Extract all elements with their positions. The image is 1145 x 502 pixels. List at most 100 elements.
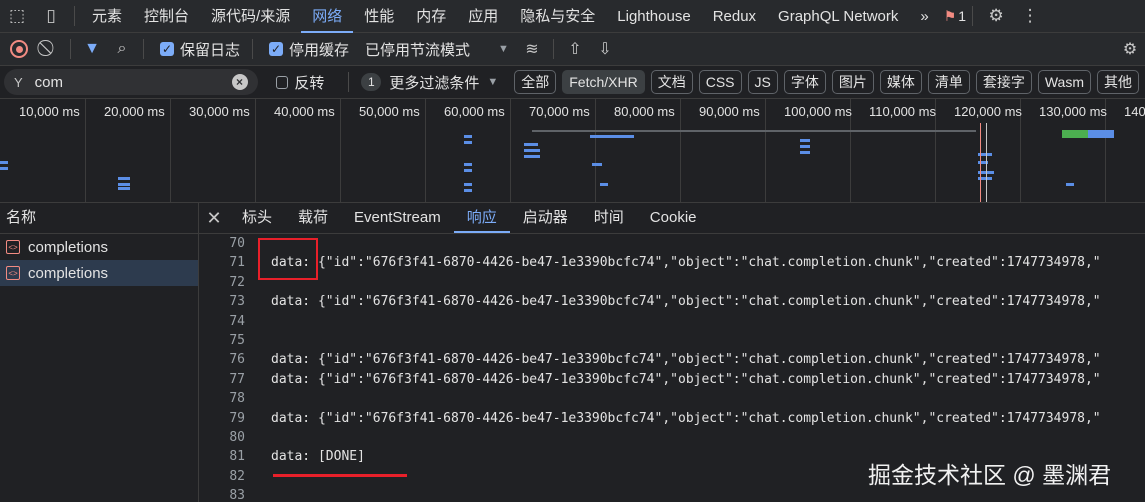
type-filter-10[interactable]: Wasm xyxy=(1037,70,1091,94)
filter-input[interactable]: Y com × xyxy=(4,69,258,95)
request-bar xyxy=(464,183,472,186)
request-bar xyxy=(592,163,602,166)
issues-count: 1 xyxy=(958,8,967,24)
disable-cache-checkbox[interactable]: ✓ xyxy=(269,42,284,56)
timeline-gridline xyxy=(85,99,86,202)
network-conditions-wifi-icon[interactable]: ≋ xyxy=(517,35,547,63)
timeline-tick-label: 110,000 ms xyxy=(869,104,936,119)
devtools-tab-bar: ⬚ ▯ 元素 控制台 源代码/来源 网络 性能 内存 应用 隐私与安全 Lighthouse Re… xyxy=(0,0,1145,33)
tab-9[interactable]: Redux xyxy=(702,0,767,33)
request-row[interactable]: <> completions xyxy=(0,260,198,286)
tab-7[interactable]: 隐私与安全 xyxy=(509,0,606,33)
request-bar xyxy=(464,141,472,144)
tab-10[interactable]: GraphQL Network xyxy=(767,0,909,33)
search-icon[interactable]: ⌕ xyxy=(107,35,137,63)
device-toolbar-icon[interactable]: ▯ xyxy=(34,0,68,33)
request-bar xyxy=(464,169,472,172)
timeline-gridline xyxy=(680,99,681,202)
detail-tabs: ✕ 标头 载荷 EventStream 响应 启动器 时间 Cookie xyxy=(199,203,1145,234)
type-filter-4[interactable]: JS xyxy=(747,70,778,94)
detail-tab-2[interactable]: EventStream xyxy=(341,203,454,233)
type-filter-8[interactable]: 清单 xyxy=(927,70,970,94)
line-number: 80 xyxy=(229,430,245,445)
tab-8[interactable]: Lighthouse xyxy=(606,0,701,33)
timeline-overview[interactable]: 10,000 ms 20,000 ms 30,000 ms 40,000 ms 50,0… xyxy=(0,99,1145,203)
fetch-request-icon: <> xyxy=(6,266,20,280)
highlight-box-annotation xyxy=(258,238,318,280)
type-filter-7[interactable]: 媒体 xyxy=(879,70,922,94)
request-bar xyxy=(800,139,810,142)
filter-funnel-icon[interactable]: ▼ xyxy=(77,35,107,63)
line-content: data: [DONE] xyxy=(271,449,365,465)
clear-filter-icon[interactable]: × xyxy=(231,74,248,90)
tab-5[interactable]: 内存 xyxy=(405,0,457,33)
blue-request-bar xyxy=(1088,130,1114,138)
fetch-request-icon: <> xyxy=(6,240,20,254)
timeline-tick-label: 10,000 ms xyxy=(19,104,80,119)
timeline-gridline xyxy=(765,99,766,202)
divider xyxy=(252,39,254,59)
request-row[interactable]: <> completions xyxy=(0,234,198,260)
request-list: 名称 <> completions <> completions xyxy=(0,203,199,502)
detail-tab-3[interactable]: 响应 xyxy=(453,203,510,233)
request-bar xyxy=(464,135,472,138)
more-tabs-button[interactable]: » xyxy=(909,0,939,33)
line-number: 71 xyxy=(229,255,245,271)
export-har-download-icon[interactable]: ⇩ xyxy=(590,35,620,63)
line-number: 82 xyxy=(229,468,245,484)
clear-icon[interactable]: ⃠ xyxy=(34,35,64,63)
detail-tab-6[interactable]: Cookie xyxy=(637,203,710,233)
detail-tab-4[interactable]: 启动器 xyxy=(510,203,581,233)
type-filter-5[interactable]: 字体 xyxy=(783,70,826,94)
tab-3[interactable]: 网络 xyxy=(301,0,354,33)
line-number: 73 xyxy=(229,294,245,310)
tab-2[interactable]: 源代码/来源 xyxy=(200,0,301,33)
tab-6[interactable]: 应用 xyxy=(457,0,509,33)
timeline-gridline xyxy=(510,99,511,202)
more-options-icon[interactable]: ⋮ xyxy=(1013,0,1047,33)
invert-checkbox[interactable] xyxy=(275,75,289,89)
name-column-header[interactable]: 名称 xyxy=(0,203,198,234)
type-filter-9[interactable]: 套接字 xyxy=(975,70,1032,94)
detail-tab-0[interactable]: 标头 xyxy=(229,203,285,233)
type-filter-2[interactable]: 文档 xyxy=(650,70,693,94)
network-settings-gear-icon[interactable]: ⚙ xyxy=(1115,35,1145,63)
type-filter-6[interactable]: 图片 xyxy=(831,70,874,94)
timeline-tick-label: 60,000 ms xyxy=(444,104,505,119)
divider xyxy=(348,72,350,92)
top-tabs: 元素 控制台 源代码/来源 网络 性能 内存 应用 隐私与安全 Lighthouse Redux G… xyxy=(81,0,909,33)
timeline-gridline xyxy=(595,99,596,202)
watermark: 掘金技术社区 @ 墨渊君 xyxy=(868,462,1112,488)
type-filter-1[interactable]: Fetch/XHR xyxy=(562,70,645,94)
stop-recording-button[interactable] xyxy=(4,35,34,63)
timeline-tick-label: 80,000 ms xyxy=(614,104,675,119)
more-filters-dropdown[interactable]: 1 更多过滤条件 ▼ xyxy=(361,72,498,93)
line-number: 83 xyxy=(229,488,245,502)
tab-4[interactable]: 性能 xyxy=(353,0,405,33)
type-filter-0[interactable]: 全部 xyxy=(514,70,557,94)
type-filter-3[interactable]: CSS xyxy=(698,70,742,94)
detail-tab-1[interactable]: 载荷 xyxy=(285,203,341,233)
response-line: 70 xyxy=(199,234,245,253)
preserve-log-checkbox[interactable]: ✓ xyxy=(160,42,174,56)
line-number: 78 xyxy=(229,391,245,407)
timeline-tick-label: 40,000 ms xyxy=(274,104,335,119)
tab-1[interactable]: 控制台 xyxy=(133,0,200,33)
record-stop-icon xyxy=(10,40,28,58)
response-line: 71 data: {"id":"676f3f41-6870-4426-be47-1… xyxy=(199,253,1100,272)
request-bar xyxy=(118,187,130,190)
tab-0[interactable]: 元素 xyxy=(81,0,133,33)
issues-counter[interactable]: ⚑ 1 xyxy=(944,8,966,25)
throttling-select[interactable]: 已停用节流模式 ▼ xyxy=(365,39,509,60)
settings-gear-icon[interactable]: ⚙ xyxy=(979,0,1013,33)
divider xyxy=(70,39,71,59)
filter-funnel-icon: Y xyxy=(14,74,23,90)
close-icon[interactable]: ✕ xyxy=(199,208,229,229)
response-line: 72 xyxy=(199,273,245,292)
timeline-tick-label: 100,000 ms xyxy=(784,104,852,119)
import-har-upload-icon[interactable]: ⇧ xyxy=(560,35,590,63)
detail-tab-5[interactable]: 时间 xyxy=(581,203,637,233)
type-filter-11[interactable]: 其他 xyxy=(1097,70,1139,94)
timeline-gridline xyxy=(170,99,171,202)
inspect-element-icon[interactable]: ⬚ xyxy=(0,0,34,33)
